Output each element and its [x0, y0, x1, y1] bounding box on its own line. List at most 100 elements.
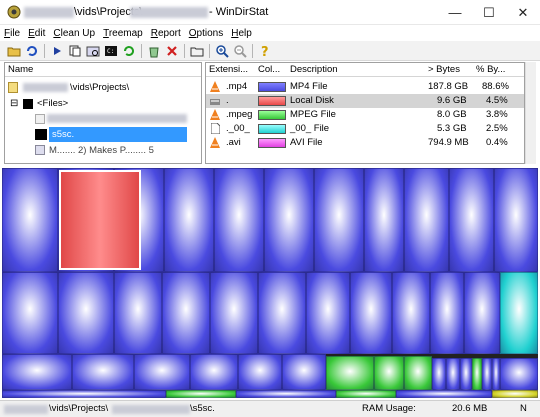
files-color-icon — [23, 99, 33, 109]
menu-edit[interactable]: Edit — [24, 28, 49, 39]
treemap-cell-mp4[interactable] — [72, 354, 134, 390]
ext-row-mp4[interactable]: .mp4 MP4 File 187.8 GB 88.6% — [206, 80, 524, 94]
tree-row-root[interactable]: \vids\Projects\ — [5, 80, 201, 95]
treemap-cell-mp4[interactable] — [264, 168, 314, 272]
treemap-cell-mp4[interactable] — [210, 272, 258, 354]
treemap-cell-mp4[interactable] — [432, 358, 446, 390]
treemap-cell-mp4[interactable] — [306, 272, 350, 354]
treemap[interactable] — [2, 168, 538, 398]
treemap-cell-mp4[interactable] — [134, 354, 190, 390]
treemap-cell-mp4[interactable] — [500, 358, 538, 390]
menu-file[interactable]: File — [0, 28, 24, 39]
menu-clean-up[interactable]: Clean Up — [49, 28, 99, 39]
extension-list[interactable]: Extensi... Col... Description > Bytes % … — [205, 62, 525, 164]
treemap-cell-mp4[interactable] — [464, 272, 500, 354]
treemap-cell-mp4[interactable] — [238, 354, 282, 390]
treemap-cell-mp4[interactable] — [460, 358, 472, 390]
treemap-cell-mpeg[interactable] — [472, 358, 482, 390]
tree-row-files[interactable]: ⊟ <Files> — [5, 96, 201, 111]
col-percent[interactable]: % By... — [476, 63, 505, 77]
status-bar: \vids\Projects\ \s5sc. RAM Usage: 20.6 M… — [0, 400, 540, 417]
treemap-cell-mpeg[interactable] — [404, 356, 432, 390]
col-bytes[interactable]: > Bytes — [428, 63, 460, 77]
folder-icon — [8, 82, 18, 93]
minimize-button[interactable]: — — [438, 0, 472, 25]
collapse-toggle-icon[interactable]: ⊟ — [10, 96, 18, 111]
treemap-cell-mp4[interactable] — [430, 272, 464, 354]
treemap-cell-mp4[interactable] — [190, 354, 238, 390]
treemap-cell-mp4[interactable] — [114, 272, 162, 354]
ext-row-00[interactable]: ._00_ _00_ File 5.3 GB 2.5% — [206, 122, 524, 136]
treemap-cell-00[interactable] — [500, 272, 538, 354]
col-description[interactable]: Description — [290, 63, 338, 77]
col-extension[interactable]: Extensi... — [209, 63, 248, 77]
treemap-cell-mp4[interactable] — [492, 358, 500, 390]
treemap-cell-mpeg[interactable] — [326, 356, 374, 390]
menu-treemap[interactable]: Treemap — [99, 28, 147, 39]
treemap-cell-mp4[interactable] — [164, 168, 214, 272]
ext-row-mpeg[interactable]: .mpeg MPEG File 8.0 GB 3.8% — [206, 108, 524, 122]
treemap-cell-mpeg[interactable] — [336, 390, 396, 398]
maximize-button[interactable]: ☐ — [472, 0, 506, 25]
treemap-cell-mp4[interactable] — [2, 272, 58, 354]
menu-options[interactable]: Options — [185, 28, 227, 39]
treemap-cell-mp4[interactable] — [58, 272, 114, 354]
refresh-selected-icon[interactable] — [120, 43, 137, 59]
zoom-in-icon[interactable] — [213, 43, 230, 59]
col-color[interactable]: Col... — [258, 63, 280, 77]
treemap-cell-mp4[interactable] — [258, 272, 306, 354]
treemap-cell-mp4[interactable] — [449, 168, 494, 272]
svg-text:?: ? — [261, 45, 269, 58]
delete-icon[interactable] — [163, 43, 180, 59]
treemap-cell-mp4[interactable] — [396, 390, 492, 398]
treemap-cell-mp4[interactable] — [282, 354, 326, 390]
treemap-cell-mp4[interactable] — [350, 272, 392, 354]
file-icon — [35, 114, 45, 124]
help-icon[interactable]: ? — [256, 43, 273, 59]
treemap-cell-mp4[interactable] — [482, 358, 492, 390]
windirstat-app-icon[interactable] — [7, 5, 21, 19]
extension-list-scrollbar[interactable] — [525, 62, 536, 164]
svg-text:C:: C: — [107, 48, 114, 55]
treemap-cell-mp4[interactable] — [236, 390, 336, 398]
status-path-b: \s5sc. — [190, 403, 215, 414]
treemap-cell-mp4[interactable] — [162, 272, 210, 354]
menu-report[interactable]: Report — [147, 28, 185, 39]
tree-row-redacted[interactable] — [5, 111, 201, 126]
recycle-bin-icon[interactable] — [145, 43, 162, 59]
explorer-here-icon[interactable] — [84, 43, 101, 59]
directory-tree[interactable]: Name \vids\Projects\ ⊟ <Files> s5sc. M..… — [4, 62, 202, 164]
treemap-cell-mpeg[interactable] — [374, 356, 404, 390]
treemap-cell-mp4[interactable] — [404, 168, 449, 272]
ext-row-avi[interactable]: .avi AVI File 794.9 MB 0.4% — [206, 136, 524, 150]
treemap-cell-mp4[interactable] — [446, 358, 460, 390]
properties-folder-icon[interactable] — [188, 43, 205, 59]
color-swatch-avi — [258, 138, 286, 148]
close-button[interactable]: ✕ — [506, 0, 540, 25]
tree-row-partial[interactable]: M....... 2) Makes P........ 5 — [5, 143, 201, 158]
treemap-cell-mp4[interactable] — [2, 168, 58, 272]
ext-row-local-disk[interactable]: . Local Disk 9.6 GB 4.5% — [206, 94, 524, 108]
treemap-cell-mp4[interactable] — [214, 168, 264, 272]
treemap-selected-cell[interactable] — [59, 170, 141, 270]
treemap-cell-mp4[interactable] — [2, 390, 166, 398]
window-title-app: - WinDirStat — [209, 6, 269, 18]
redacted-title-segment — [24, 7, 74, 18]
treemap-cell-other[interactable] — [492, 390, 538, 398]
open-folder-icon[interactable] — [5, 43, 22, 59]
toolbar-separator — [252, 43, 253, 58]
copy-path-icon[interactable] — [66, 43, 83, 59]
refresh-all-icon[interactable] — [23, 43, 40, 59]
treemap-cell-mp4[interactable] — [494, 168, 538, 272]
command-prompt-icon[interactable]: C: — [102, 43, 119, 59]
tree-column-name[interactable]: Name — [5, 63, 201, 77]
zoom-out-icon[interactable] — [231, 43, 248, 59]
treemap-cell-mp4[interactable] — [314, 168, 364, 272]
tree-row-selected[interactable]: s5sc. — [5, 127, 201, 142]
treemap-cell-mp4[interactable] — [392, 272, 430, 354]
play-icon[interactable] — [48, 43, 65, 59]
treemap-cell-mpeg[interactable] — [166, 390, 236, 398]
treemap-cell-mp4[interactable] — [2, 354, 72, 390]
treemap-cell-mp4[interactable] — [364, 168, 404, 272]
menu-help[interactable]: Help — [227, 28, 256, 39]
